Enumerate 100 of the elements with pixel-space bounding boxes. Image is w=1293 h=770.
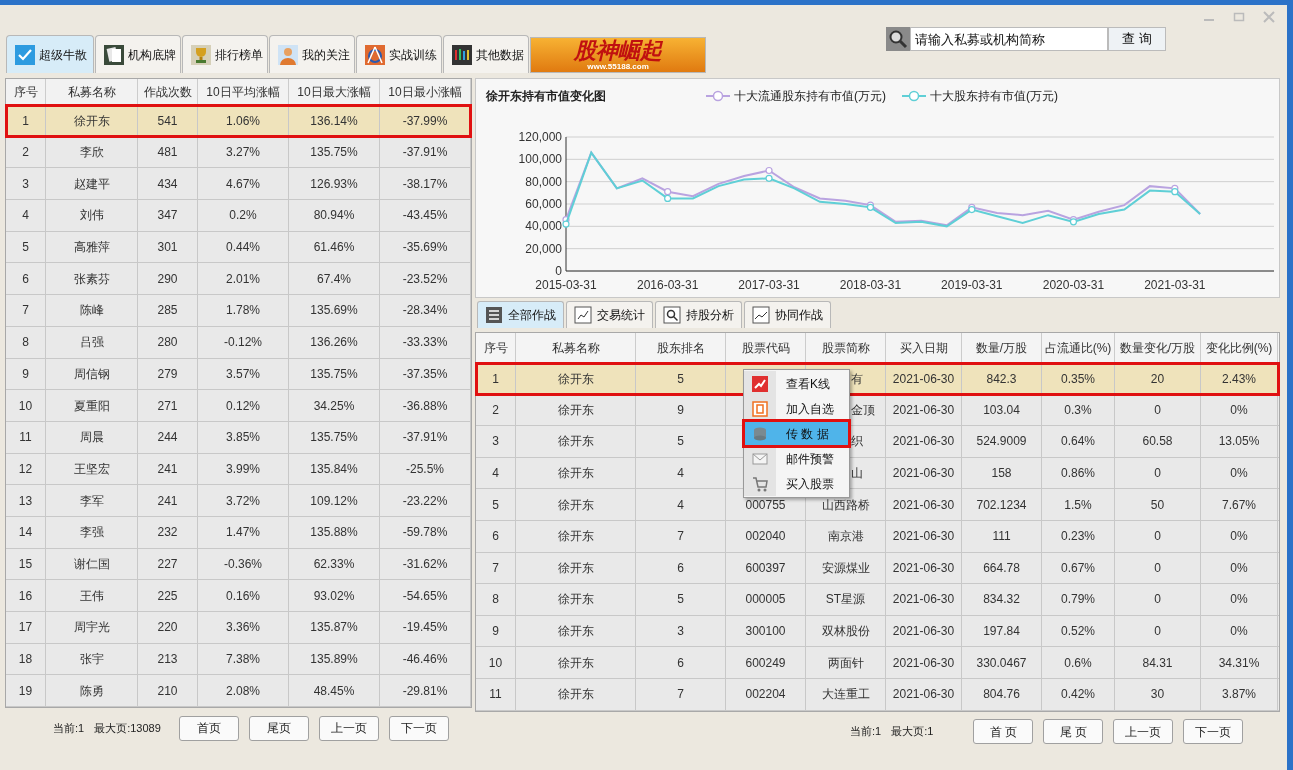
table-cell-text: 13.05%: [1218, 433, 1260, 451]
table-cell: 2: [6, 136, 46, 168]
table-cell-text: 0%: [1230, 401, 1248, 419]
table-cell-text: 0.64%: [1061, 433, 1095, 451]
table-cell-text: 300100: [745, 623, 786, 641]
table-cell: 张宇: [46, 643, 138, 675]
table-cell-text: 000755: [745, 496, 786, 514]
table-cell-text: 0: [1154, 528, 1161, 546]
table-cell: 周信钢: [46, 358, 138, 390]
table-cell-text: 3.87%: [1222, 686, 1256, 704]
table-cell-text: 002204: [745, 686, 786, 704]
x-tick-label: 2015-03-31: [535, 278, 597, 292]
table-cell: 67.4%: [289, 263, 380, 295]
table-cell-text: 4: [492, 465, 499, 483]
table-cell-text: 34.31%: [1218, 654, 1260, 672]
table-cell: -19.45%: [380, 612, 471, 643]
table-cell-text: 徐开东: [557, 591, 594, 609]
table-cell: 0.44%: [198, 231, 289, 263]
table-cell-text: 7.67%: [1222, 496, 1256, 514]
table-cell: 290: [138, 263, 198, 295]
table-cell-text: 0.3%: [1064, 401, 1092, 419]
table-cell: 夏重阳: [46, 390, 138, 421]
table-cell: 481: [138, 136, 198, 168]
table-cell: 285: [138, 295, 198, 326]
table-cell: -36.88%: [380, 390, 471, 421]
table-cell-text: 安源煤业: [821, 559, 870, 577]
table-cell-text: 2021-06-30: [892, 401, 955, 419]
table-cell: 220: [138, 612, 198, 643]
table-cell-text: 0: [1154, 559, 1161, 577]
table-cell-text: 0.42%: [1061, 686, 1095, 704]
table-cell-text: 徐开东: [557, 559, 594, 577]
table-cell: 14: [6, 516, 46, 548]
table-cell-text: 徐开东: [557, 623, 594, 641]
table-cell-text: 0: [1154, 591, 1161, 609]
table-cell-text: 徐开东: [557, 370, 594, 388]
table-cell: 19: [6, 675, 46, 707]
table-cell: 2.01%: [198, 263, 289, 295]
table-cell: -43.45%: [380, 200, 471, 231]
table-cell-text: 834.32: [983, 591, 1020, 609]
table-cell: 16: [6, 580, 46, 611]
table-cell-text: 20: [1150, 370, 1165, 388]
y-tick-label: 120,000: [518, 130, 562, 144]
table-cell: 15: [6, 548, 46, 580]
table-cell: -0.12%: [198, 326, 289, 358]
table-cell: 7: [6, 295, 46, 326]
table-cell: 谢仁国: [46, 548, 138, 580]
table-cell: 8: [6, 326, 46, 358]
table-cell: 135.69%: [289, 295, 380, 326]
table-cell: 244: [138, 421, 198, 453]
table-cell: 张素芬: [46, 263, 138, 295]
table-cell: 34.25%: [289, 390, 380, 421]
table-cell: 1.06%: [198, 105, 289, 137]
table-cell: -23.52%: [380, 263, 471, 295]
table-cell: -37.35%: [380, 358, 471, 390]
table-cell-text: 0%: [1230, 623, 1248, 641]
y-tick-label: 80,000: [525, 174, 562, 189]
y-tick-label: 100,000: [518, 152, 562, 167]
table-cell: 135.75%: [289, 358, 380, 390]
table-cell: 0.2%: [198, 200, 289, 231]
table-cell-text: 11: [489, 686, 502, 704]
table-cell-text: 2021-06-30: [892, 686, 955, 704]
table-cell-text: 山西路桥: [821, 496, 870, 514]
table-cell: 136.26%: [289, 326, 380, 358]
table-cell: 210: [138, 675, 198, 707]
table-cell: -37.91%: [380, 136, 471, 168]
table-cell: 刘伟: [46, 200, 138, 231]
table-cell: 17: [6, 612, 46, 643]
table-cell: 541: [138, 105, 198, 137]
table-cell-text: 1.5%: [1064, 496, 1092, 514]
table-cell: 48.45%: [289, 675, 380, 707]
table-cell-text: 0%: [1230, 528, 1248, 546]
current-page: 当前:1: [850, 724, 882, 740]
table-cell-text: 84.31: [1142, 654, 1173, 672]
table-cell: -37.99%: [380, 105, 471, 137]
table-cell-text: 2021-06-30: [892, 465, 955, 483]
table-cell-text: 徐开东: [557, 528, 594, 546]
table-cell: 7.38%: [198, 643, 289, 675]
table-cell-text: 0.52%: [1061, 623, 1095, 641]
table-cell-text: 5: [492, 496, 499, 514]
table-cell: 陈峰: [46, 295, 138, 326]
table-cell-text: 徐开东: [557, 465, 594, 483]
table-cell: -0.36%: [198, 548, 289, 580]
table-cell-text: 330.0467: [976, 654, 1027, 672]
table-cell-text: 3: [677, 623, 684, 641]
table-cell-text: 1: [492, 370, 499, 388]
table-cell: 0.16%: [198, 580, 289, 611]
max-page: 最大页:1: [891, 724, 934, 740]
table-cell-text: 织: [851, 433, 863, 451]
table-cell-text: 0: [1154, 465, 1161, 483]
table-cell: 135.75%: [289, 421, 380, 453]
table-cell: 279: [138, 358, 198, 390]
table-cell: -33.33%: [380, 326, 471, 358]
table-cell: 5: [6, 231, 46, 263]
table-cell-text: ST星源: [825, 591, 866, 609]
table-cell: 135.88%: [289, 516, 380, 548]
y-tick-label: 0: [555, 264, 562, 278]
table-cell-text: 南京港: [827, 528, 864, 546]
x-tick-label: 2017-03-31: [738, 278, 800, 292]
table-cell-text: 0.67%: [1061, 559, 1095, 577]
table-cell: 136.14%: [289, 105, 380, 137]
